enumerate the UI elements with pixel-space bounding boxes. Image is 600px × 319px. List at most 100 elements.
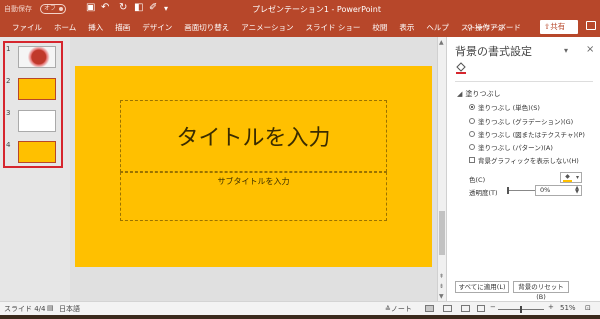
fit-to-window-icon[interactable]: ⊡ bbox=[585, 304, 591, 312]
paint-bucket-icon: ◆ bbox=[563, 174, 572, 182]
tab-home[interactable]: ホーム bbox=[48, 22, 82, 33]
slide-editing-area: タイトルを入力 サブタイトルを入力 bbox=[70, 37, 438, 301]
thumbnail-number: 2 bbox=[6, 77, 11, 85]
fill-picture-option[interactable]: 塗りつぶし (図またはテクスチャ)(P) bbox=[469, 129, 585, 139]
tab-draw[interactable]: 描画 bbox=[109, 22, 136, 33]
fill-solid-option[interactable]: 塗りつぶし (単色)(S) bbox=[469, 102, 540, 112]
undo-icon[interactable]: ↶ bbox=[101, 2, 109, 13]
vertical-scrollbar[interactable]: ▲ ⇞ ⇟ ▼ bbox=[437, 37, 446, 301]
thumbnail-number: 1 bbox=[6, 45, 11, 53]
scrollbar-thumb[interactable] bbox=[439, 211, 445, 255]
notes-button[interactable]: ≙ノート bbox=[385, 304, 412, 314]
radio-button[interactable] bbox=[469, 104, 475, 110]
radio-button[interactable] bbox=[469, 144, 475, 150]
autosave-toggle[interactable]: オフ bbox=[40, 4, 66, 14]
radio-button[interactable] bbox=[469, 118, 475, 124]
taskbar-edge bbox=[0, 315, 600, 319]
slide-thumbnail-3[interactable] bbox=[18, 110, 56, 132]
tab-animations[interactable]: アニメーション bbox=[235, 22, 299, 33]
language-indicator[interactable]: 日本語 bbox=[59, 304, 80, 314]
fill-bucket-icon[interactable] bbox=[455, 62, 467, 74]
option-label: 塗りつぶし (単色)(S) bbox=[478, 104, 540, 112]
fill-section-label: 塗りつぶし bbox=[465, 90, 501, 98]
reading-view-icon[interactable] bbox=[461, 305, 470, 312]
fill-color-picker[interactable]: ◆ ▾ bbox=[560, 172, 582, 183]
tab-design[interactable]: デザイン bbox=[136, 22, 178, 33]
apply-to-all-button[interactable]: すべてに適用(L) bbox=[455, 281, 509, 293]
slide-sorter-view-icon[interactable] bbox=[443, 305, 452, 312]
next-slide-icon[interactable]: ⇟ bbox=[439, 283, 444, 290]
tab-file[interactable]: ファイル bbox=[6, 22, 48, 33]
customize-qat-icon[interactable]: ▾ bbox=[164, 4, 168, 13]
share-button[interactable]: ⇧共有 bbox=[540, 20, 578, 34]
pane-options-chevron-icon[interactable]: ▾ bbox=[564, 46, 568, 55]
transparency-input[interactable]: 0% ▲ ▼ bbox=[535, 185, 582, 196]
zoom-slider[interactable] bbox=[498, 306, 544, 313]
redo-icon[interactable]: ↻ bbox=[119, 2, 127, 13]
tab-review[interactable]: 校閲 bbox=[366, 22, 393, 33]
touch-mode-icon[interactable]: ✐ bbox=[149, 2, 157, 13]
slide-thumbnail-pane: 1 2 3 4 bbox=[0, 37, 70, 301]
from-beginning-icon[interactable]: ◧ bbox=[134, 2, 143, 13]
status-bar: スライド 4/4 ▤ 日本語 ≙ノート − + 51% ⊡ bbox=[0, 301, 600, 315]
thumbnail-number: 4 bbox=[6, 141, 11, 149]
zoom-in-icon[interactable]: + bbox=[548, 303, 554, 311]
tab-transitions[interactable]: 画面切り替え bbox=[178, 22, 235, 33]
slide-thumbnail-1[interactable] bbox=[18, 46, 56, 68]
checkbox[interactable] bbox=[469, 157, 475, 163]
spin-arrows-icon[interactable]: ▲ ▼ bbox=[575, 186, 579, 195]
thumbnail-number: 3 bbox=[6, 109, 11, 117]
autosave-label: 自動保存 bbox=[4, 5, 32, 13]
share-label: 共有 bbox=[550, 22, 566, 31]
tell-me-search[interactable]: ⚲ 操作アシ bbox=[467, 22, 505, 33]
option-label: 塗りつぶし (グラデーション)(G) bbox=[478, 118, 574, 126]
slide-thumbnail-4[interactable] bbox=[18, 141, 56, 163]
notes-label: ノート bbox=[390, 305, 412, 313]
current-slide[interactable]: タイトルを入力 サブタイトルを入力 bbox=[75, 66, 432, 267]
tab-help[interactable]: ヘルプ bbox=[420, 22, 455, 33]
slideshow-view-icon[interactable] bbox=[477, 305, 485, 312]
fill-pattern-option[interactable]: 塗りつぶし (パターン)(A) bbox=[469, 142, 553, 152]
slider-handle[interactable] bbox=[507, 187, 509, 194]
spellcheck-icon[interactable]: ▤ bbox=[47, 304, 54, 312]
collapse-triangle-icon: ◢ bbox=[457, 90, 463, 98]
title-placeholder[interactable]: タイトルを入力 bbox=[120, 100, 387, 172]
lightbulb-icon: ⚲ bbox=[467, 23, 475, 32]
zoom-slider-handle[interactable] bbox=[520, 306, 522, 313]
pane-divider bbox=[455, 81, 593, 82]
color-label: 色(C) bbox=[469, 176, 486, 184]
option-label: 塗りつぶし (パターン)(A) bbox=[478, 144, 553, 152]
fill-gradient-option[interactable]: 塗りつぶし (グラデーション)(G) bbox=[469, 116, 573, 126]
transparency-label: 透明度(T) bbox=[469, 189, 498, 197]
tab-slideshow[interactable]: スライド ショー bbox=[299, 22, 366, 33]
option-label: 塗りつぶし (図またはテクスチャ)(P) bbox=[478, 131, 585, 139]
hide-background-graphics-option[interactable]: 背景グラフィックを表示しない(H) bbox=[469, 155, 579, 165]
fill-section-header[interactable]: ◢ 塗りつぶし bbox=[457, 89, 500, 99]
tab-view[interactable]: 表示 bbox=[393, 22, 420, 33]
normal-view-icon[interactable] bbox=[425, 305, 434, 312]
slide-thumbnail-2[interactable] bbox=[18, 78, 56, 100]
zoom-level[interactable]: 51% bbox=[560, 304, 576, 312]
comments-icon[interactable] bbox=[586, 21, 596, 30]
transparency-value: 0% bbox=[540, 186, 551, 194]
format-background-pane: 背景の書式設定 ▾ × ◢ 塗りつぶし 塗りつぶし (単色)(S) 塗りつぶし (… bbox=[446, 37, 600, 301]
subtitle-placeholder[interactable]: サブタイトルを入力 bbox=[120, 172, 387, 221]
option-label: 背景グラフィックを表示しない(H) bbox=[478, 157, 579, 165]
ribbon-tab-bar: ファイル ホーム 挿入 描画 デザイン 画面切り替え アニメーション スライド … bbox=[0, 18, 600, 37]
tab-insert[interactable]: 挿入 bbox=[82, 22, 109, 33]
scroll-up-icon[interactable]: ▲ bbox=[439, 39, 444, 46]
window-title: プレゼンテーション1 - PowerPoint bbox=[252, 5, 381, 14]
zoom-out-icon[interactable]: − bbox=[490, 303, 496, 311]
ribbon-tabs: ファイル ホーム 挿入 描画 デザイン 画面切り替え アニメーション スライド … bbox=[6, 22, 527, 33]
transparency-slider[interactable] bbox=[507, 187, 535, 194]
close-icon[interactable]: × bbox=[586, 44, 594, 55]
reset-background-button[interactable]: 背景のリセット(B) bbox=[513, 281, 569, 301]
radio-button[interactable] bbox=[469, 131, 475, 137]
scroll-down-icon[interactable]: ▼ bbox=[439, 293, 444, 300]
slide-counter: スライド 4/4 bbox=[4, 305, 46, 313]
chevron-down-icon: ▾ bbox=[575, 174, 579, 181]
pane-title: 背景の書式設定 bbox=[455, 45, 532, 58]
save-icon[interactable]: ▣ bbox=[86, 2, 95, 13]
tell-me-label: 操作アシ bbox=[474, 23, 505, 32]
previous-slide-icon[interactable]: ⇞ bbox=[439, 273, 444, 280]
